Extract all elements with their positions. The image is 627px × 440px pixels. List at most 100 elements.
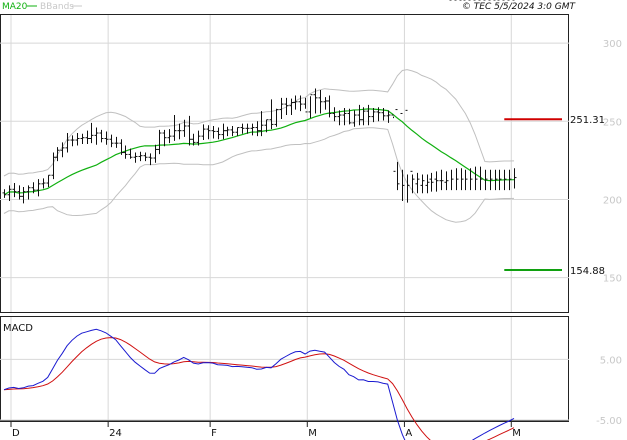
price-grid — [0, 42, 569, 279]
price-y-tick-label: 150 — [603, 274, 622, 285]
ohlc-bar — [289, 98, 294, 116]
ohlc-bar — [41, 178, 46, 189]
ohlc-bar — [36, 179, 41, 197]
ohlc-bar — [225, 126, 230, 137]
ohlc-bar — [429, 172, 434, 192]
price-levels: 251.31 154.88 — [504, 115, 605, 277]
chart-legend: MA20 BBands — [2, 2, 82, 12]
ohlc-bar — [337, 110, 342, 126]
ohlc-bar — [211, 125, 216, 139]
ohlc-bar — [415, 172, 420, 194]
ohlc-bar — [420, 174, 425, 194]
ohlc-bar — [55, 147, 60, 162]
ohlc-bar — [439, 169, 444, 191]
x-axis: D 24 F M A M — [10, 421, 521, 439]
ohlc-bar — [99, 129, 104, 143]
support-level-label: 154.88 — [570, 266, 605, 277]
x-tick-label: M — [512, 428, 521, 439]
price-panel-frame — [0, 14, 569, 313]
ohlc-bar — [473, 0, 478, 191]
x-tick-label: 24 — [109, 428, 122, 439]
ohlc-bar — [75, 133, 80, 146]
macd-line — [3, 328, 515, 440]
legend-ma20-label: MA20 — [2, 2, 28, 12]
ohlc-bar — [444, 171, 449, 191]
chart-stage: MA20 BBands © TEC 5/5/2024 3:0 GMT MACD … — [0, 0, 627, 440]
ohlc-bar — [157, 129, 162, 155]
ohlc-bar — [21, 186, 26, 204]
ohlc-bar — [463, 0, 468, 191]
x-tick-label: M — [308, 428, 317, 439]
chart-timestamp: © TEC 5/5/2024 3:0 GMT — [462, 2, 577, 12]
ohlc-bar — [425, 174, 430, 194]
ohlc-bar — [240, 123, 245, 134]
ohlc-bar — [153, 144, 158, 163]
price-y-tick-label: 250 — [603, 117, 622, 128]
ohlc-bar — [85, 130, 90, 144]
y-axis: 300 250 200 150 5.00 -5.00 — [596, 39, 622, 427]
ohlc-bar — [114, 136, 119, 148]
ohlc-bar — [512, 0, 517, 189]
ohlc-bar — [255, 121, 260, 137]
ohlc-bar — [235, 127, 240, 137]
ohlc-bar — [459, 0, 464, 191]
ohlc-bar — [89, 122, 94, 144]
ohlc-bar — [46, 174, 51, 187]
ohlc-bar — [468, 0, 473, 191]
ohlc-bar — [259, 111, 264, 137]
macd-y-tick-label: -5.00 — [596, 416, 622, 427]
ohlc-bar — [51, 152, 56, 180]
ohlc-bar — [323, 97, 328, 110]
bband-upper-line — [3, 69, 515, 177]
ohlc-bar — [274, 108, 279, 127]
legend-bbands-label: BBands — [40, 2, 74, 12]
ohlc-bar — [172, 115, 177, 141]
ohlc-bar — [332, 107, 337, 122]
macd-panel-title: MACD — [3, 323, 33, 334]
ohlc-bar — [143, 152, 148, 162]
ohlc-bar — [167, 129, 172, 144]
price-y-tick-label: 300 — [603, 39, 622, 50]
ohlc-bar — [250, 123, 255, 136]
ohlc-bar — [221, 123, 226, 140]
ohlc-bar — [405, 109, 410, 203]
ohlc-bar — [478, 0, 483, 191]
ohlc-bar — [327, 95, 332, 118]
ohlc-bar — [216, 127, 221, 140]
ohlc-bar — [148, 153, 153, 166]
ohlc-bar — [230, 125, 235, 137]
ohlc-bar — [123, 145, 128, 159]
chart-svg: MA20 BBands © TEC 5/5/2024 3:0 GMT MACD … — [0, 0, 622, 440]
ohlc-bar — [400, 112, 405, 202]
ohlc-bars — [2, 0, 517, 204]
ohlc-bar — [94, 127, 99, 145]
ohlc-bar — [269, 99, 274, 130]
macd-series — [3, 328, 515, 440]
ohlc-bar — [133, 152, 138, 163]
macd-y-tick-label: 5.00 — [600, 355, 622, 366]
ohlc-bar — [318, 90, 323, 114]
ohlc-bar — [177, 123, 182, 140]
macd-signal-line — [3, 337, 515, 440]
ohlc-bar — [308, 94, 313, 119]
x-tick-label: F — [211, 428, 217, 439]
ohlc-bar — [162, 129, 167, 147]
ohlc-bar — [201, 124, 206, 141]
ohlc-bar — [187, 115, 192, 146]
ohlc-bar — [357, 104, 362, 126]
ohlc-bar — [352, 110, 357, 127]
price-y-tick-label: 200 — [603, 195, 622, 206]
x-tick-label: D — [12, 428, 20, 439]
ohlc-bar — [109, 134, 114, 148]
ohlc-bar — [434, 171, 439, 192]
bband-lower-line — [3, 127, 515, 223]
ohlc-bar — [293, 95, 298, 110]
ohlc-bar — [410, 170, 415, 194]
resistance-level-label: 251.31 — [570, 115, 605, 126]
x-tick-label: A — [405, 428, 412, 439]
ohlc-bar — [70, 135, 75, 147]
macd-grid — [0, 358, 569, 421]
ohlc-bar — [12, 183, 17, 198]
ohlc-bar — [138, 151, 143, 162]
ohlc-bar — [80, 133, 85, 144]
